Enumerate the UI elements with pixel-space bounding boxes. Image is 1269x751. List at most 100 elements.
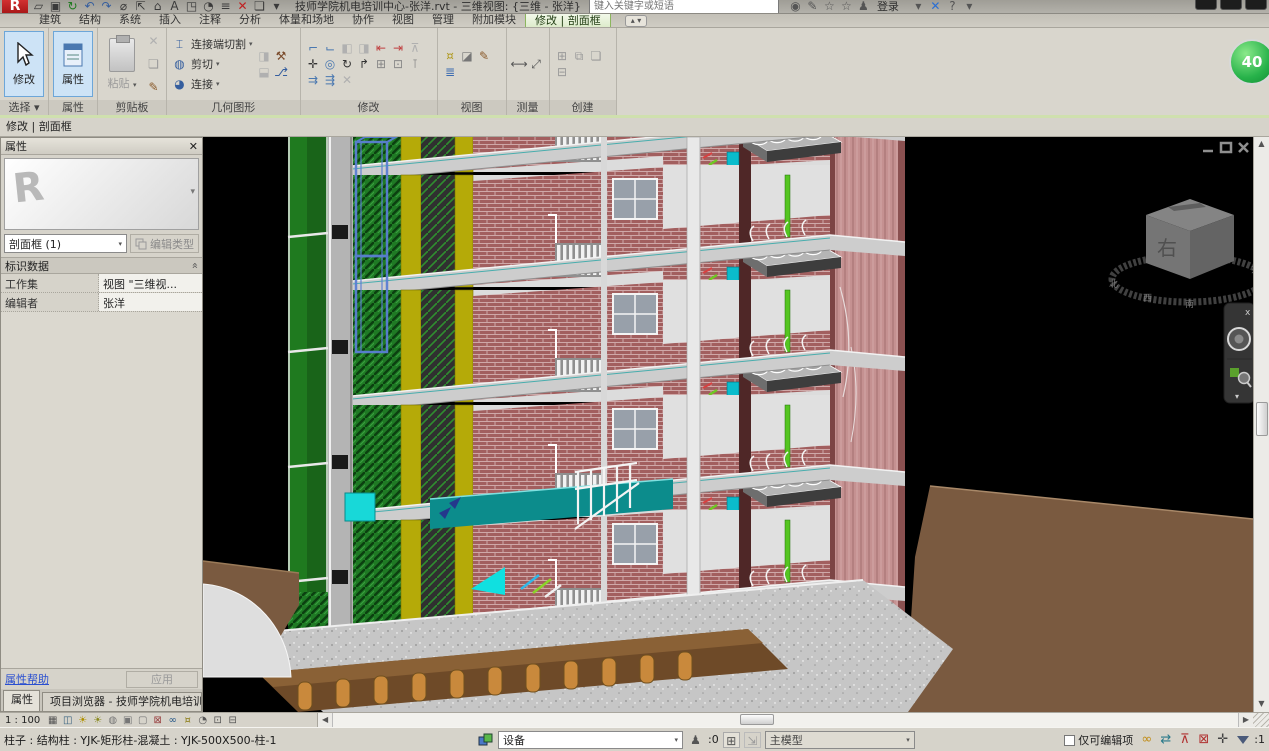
tab-project-browser[interactable]: 项目浏览器 - 技师学院机电培训... xyxy=(42,692,202,711)
panel-label-view[interactable]: 视图 xyxy=(438,100,506,115)
minimize-button[interactable] xyxy=(1195,0,1217,10)
override-graphics-icon[interactable]: ◪ xyxy=(459,48,476,64)
horizontal-scroll-thumb[interactable] xyxy=(740,714,774,725)
cyan-duct[interactable] xyxy=(345,493,375,521)
navbar-expand-icon[interactable]: ▾ xyxy=(1235,392,1239,401)
create-group-icon[interactable]: ⊞ xyxy=(554,48,571,64)
toposurface-right[interactable] xyxy=(905,486,1253,712)
create-similar-icon[interactable]: ⧉ xyxy=(571,48,588,64)
exchange-apps-icon[interactable]: ✎ xyxy=(804,0,821,14)
help-icon[interactable]: ? xyxy=(944,0,961,14)
design-options-icon[interactable]: ⊞ xyxy=(723,732,740,748)
displace-elements-icon[interactable]: ≣ xyxy=(442,64,459,80)
show-crop-icon[interactable]: ▢ xyxy=(135,714,150,728)
sync-with-central-icon[interactable]: ↻ xyxy=(64,0,81,14)
move-icon[interactable]: ✛ xyxy=(305,56,322,72)
scale-icon[interactable]: ⊡ xyxy=(390,56,407,72)
undo-icon[interactable]: ↶ xyxy=(81,0,98,14)
pin-icon[interactable]: ⊺ xyxy=(407,56,424,72)
tag-icon[interactable]: ⌂ xyxy=(149,0,166,14)
hide-elements-icon[interactable]: ¤ xyxy=(442,48,459,64)
split-gap-icon[interactable]: ⇥ xyxy=(390,40,407,56)
editable-only-checkbox[interactable]: 仅可编辑项 xyxy=(1064,732,1133,748)
properties-toggle-button[interactable]: 属性 xyxy=(53,31,93,97)
apply-button[interactable]: 应用 xyxy=(126,671,198,688)
aligned-dimension-icon[interactable]: ⇱ xyxy=(132,0,149,14)
ribbon-tab-8[interactable]: 视图 xyxy=(383,13,423,27)
detail-level-icon[interactable]: ▦ xyxy=(45,714,60,728)
revit-app-menu-icon[interactable]: R xyxy=(2,0,28,14)
ribbon-tab-10[interactable]: 附加模块 xyxy=(463,13,525,27)
type-selector-dropdown[interactable]: 剖面框 (1)▾ xyxy=(4,234,127,253)
linework-icon[interactable]: ✎ xyxy=(476,48,493,64)
measure-icon[interactable]: ⌀ xyxy=(115,0,132,14)
ribbon-tab-contextual[interactable]: 修改 | 剖面框 xyxy=(525,13,611,27)
default-3d-view-icon[interactable]: ◳ xyxy=(183,0,200,14)
lock-view-icon[interactable]: ⊠ xyxy=(150,714,165,728)
viewcube-face-label[interactable]: 右 xyxy=(1157,236,1177,260)
ribbon-tab-3[interactable]: 插入 xyxy=(150,13,190,27)
measure-length-icon[interactable]: ⟷ xyxy=(511,56,528,72)
switch-windows-icon[interactable]: ❏ xyxy=(251,0,268,14)
split-face-icon[interactable]: ⬓ xyxy=(256,64,273,80)
ribbon-tab-4[interactable]: 注释 xyxy=(190,13,230,27)
panel-label-clipboard[interactable]: 剪贴板 xyxy=(98,100,166,115)
identity-data-header[interactable]: 标识数据 » xyxy=(1,257,202,274)
help-caret-icon[interactable]: ▾ xyxy=(961,0,978,14)
demolish-icon[interactable]: ⚒ xyxy=(273,48,290,64)
ribbon-tab-6[interactable]: 体量和场地 xyxy=(270,13,343,27)
text-icon[interactable]: A xyxy=(166,0,183,14)
zoom-icon[interactable] xyxy=(1230,368,1239,377)
scroll-right-icon[interactable]: ▶ xyxy=(1239,713,1253,727)
properties-close-icon[interactable]: ✕ xyxy=(189,140,198,153)
scroll-down-icon[interactable]: ▼ xyxy=(1258,697,1264,712)
cut-icon[interactable]: ✕ xyxy=(145,33,162,49)
scroll-up-icon[interactable]: ▲ xyxy=(1258,137,1264,152)
vertical-scrollbar[interactable]: ▲ ▼ xyxy=(1253,137,1269,712)
crop-view-icon[interactable]: ▣ xyxy=(120,714,135,728)
sign-in-icon[interactable]: ♟ xyxy=(855,0,872,14)
rotate-icon[interactable]: ↻ xyxy=(339,56,356,72)
properties-help-link[interactable]: 属性帮助 xyxy=(5,671,126,687)
ribbon-collapse-button[interactable]: ▴ ▾ xyxy=(625,15,648,27)
panel-label-select[interactable]: 选择 ▾ xyxy=(0,100,48,115)
shadows-icon[interactable]: ☀ xyxy=(90,714,105,728)
reveal-hidden-icon[interactable]: ¤ xyxy=(180,714,195,728)
copy-move-icon[interactable]: ◎ xyxy=(322,56,339,72)
temporary-hide-isolate-icon[interactable]: ∞ xyxy=(165,714,180,728)
ribbon-tab-2[interactable]: 系统 xyxy=(110,13,150,27)
cope-icon[interactable]: ⌙ xyxy=(322,40,339,56)
redo-icon[interactable]: ↷ xyxy=(98,0,115,14)
review-warnings-icon[interactable]: ⇄ xyxy=(1156,732,1175,748)
communication-center-icon[interactable]: ☆ xyxy=(821,0,838,14)
sign-in-label[interactable]: 登录 xyxy=(877,0,899,14)
horizontal-scrollbar[interactable] xyxy=(332,713,1239,727)
render-icon[interactable]: ◍ xyxy=(105,714,120,728)
copy-icon[interactable]: ❏ xyxy=(145,56,162,72)
panel-label-measure[interactable]: 测量 xyxy=(507,100,549,115)
edit-type-button[interactable]: 编辑类型 xyxy=(130,234,199,253)
displace-elements-icon[interactable]: ⊟ xyxy=(225,714,240,728)
join-geometry-button[interactable]: ◕连接▾ xyxy=(171,74,253,94)
maximize-button[interactable] xyxy=(1220,0,1242,10)
create-parts-icon[interactable]: ⊟ xyxy=(554,64,571,80)
filter-icon[interactable] xyxy=(1237,736,1249,744)
trim-multi-icon[interactable]: ⇶ xyxy=(322,72,339,88)
3d-view-scene[interactable]: 右 北 东 南 西 x ▾ xyxy=(203,137,1253,712)
mirror-axis-icon[interactable]: ◧ xyxy=(339,40,356,56)
left-edge-column[interactable] xyxy=(328,137,353,672)
ribbon-tab-7[interactable]: 协作 xyxy=(343,13,383,27)
sun-path-icon[interactable]: ☀ xyxy=(75,714,90,728)
thin-lines-icon[interactable]: ≡ xyxy=(217,0,234,14)
navbar-close-icon[interactable]: x xyxy=(1245,308,1251,318)
vertical-scroll-thumb[interactable] xyxy=(1256,402,1268,436)
select-links-icon[interactable]: ⊠ xyxy=(1194,732,1213,748)
mirror-draw-icon[interactable]: ◨ xyxy=(356,40,373,56)
temporary-view-properties-icon[interactable]: ⊡ xyxy=(210,714,225,728)
editable-only-person-icon[interactable]: ♟ xyxy=(687,732,704,748)
ribbon-tab-0[interactable]: 建筑 xyxy=(30,13,70,27)
unpin-icon[interactable]: ⊼ xyxy=(407,40,424,56)
view-scale[interactable]: 1 : 100 xyxy=(5,715,40,726)
navigation-bar[interactable]: x ▾ xyxy=(1224,303,1253,403)
design-option-dropdown[interactable]: 主模型▾ xyxy=(765,731,915,749)
